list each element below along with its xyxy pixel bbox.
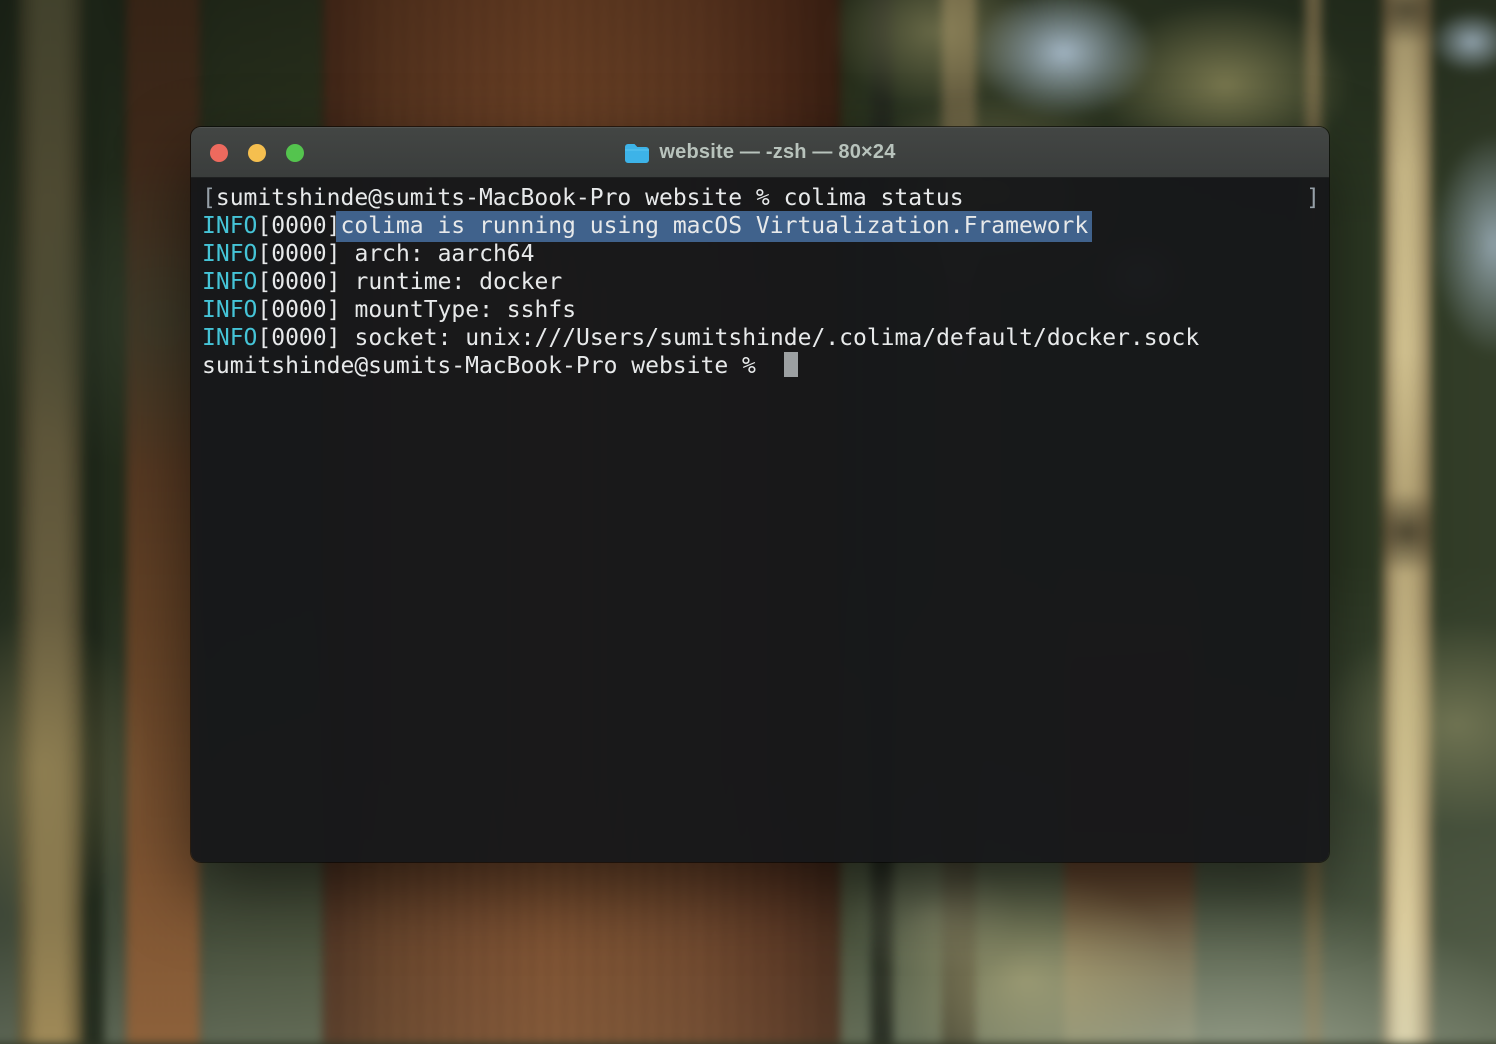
log-tag: [0000] [257, 241, 340, 267]
log-tag: [0000] [257, 297, 340, 323]
terminal-line-command: [sumitshinde@sumits-MacBook-Pro website … [202, 184, 1319, 212]
close-button[interactable] [210, 144, 228, 162]
log-level: INFO [202, 325, 257, 351]
log-tag: [0000] [257, 269, 340, 295]
terminal-line-info-socket: INFO[0000] socket: unix:///Users/sumitshi… [202, 324, 1319, 352]
terminal-line-info-runtime: INFO[0000] runtime: docker [202, 268, 1319, 296]
log-level: INFO [202, 241, 257, 267]
terminal-line-info-mounttype: INFO[0000] mountType: sshfs [202, 296, 1319, 324]
shell-prompt: sumitshinde@sumits-MacBook-Pro website % [202, 353, 770, 379]
log-tag: [0000] [257, 325, 340, 351]
log-level: INFO [202, 269, 257, 295]
log-message-selected: colima is running using macOS Virtualiza… [336, 211, 1092, 242]
command-mark-open: [ [202, 185, 216, 211]
log-message: socket: unix:///Users/sumitshinde/.colim… [354, 325, 1199, 351]
terminal-window: website — -zsh — 80×24 [sumitshinde@sumi… [191, 127, 1329, 862]
command-text: sumitshinde@sumits-MacBook-Pro website %… [216, 185, 964, 211]
terminal-line-prompt: sumitshinde@sumits-MacBook-Pro website % [202, 352, 1319, 380]
folder-icon [624, 142, 650, 163]
minimize-button[interactable] [248, 144, 266, 162]
log-message: arch: aarch64 [354, 241, 534, 267]
log-message: runtime: docker [354, 269, 562, 295]
traffic-lights [210, 127, 304, 178]
window-title: website — -zsh — 80×24 [659, 141, 895, 164]
command-mark-close: ] [1306, 184, 1320, 212]
terminal-line-info-status: INFO[0000]colima is running using macOS … [202, 212, 1319, 240]
terminal-cursor [784, 352, 798, 377]
log-level: INFO [202, 297, 257, 323]
log-message: mountType: sshfs [354, 297, 576, 323]
log-level: INFO [202, 213, 257, 239]
terminal-content[interactable]: [sumitshinde@sumits-MacBook-Pro website … [191, 178, 1329, 862]
zoom-button[interactable] [286, 144, 304, 162]
titlebar-center: website — -zsh — 80×24 [191, 141, 1329, 164]
terminal-line-info-arch: INFO[0000] arch: aarch64 [202, 240, 1319, 268]
window-titlebar[interactable]: website — -zsh — 80×24 [191, 127, 1329, 178]
log-tag: [0000] [257, 213, 340, 239]
